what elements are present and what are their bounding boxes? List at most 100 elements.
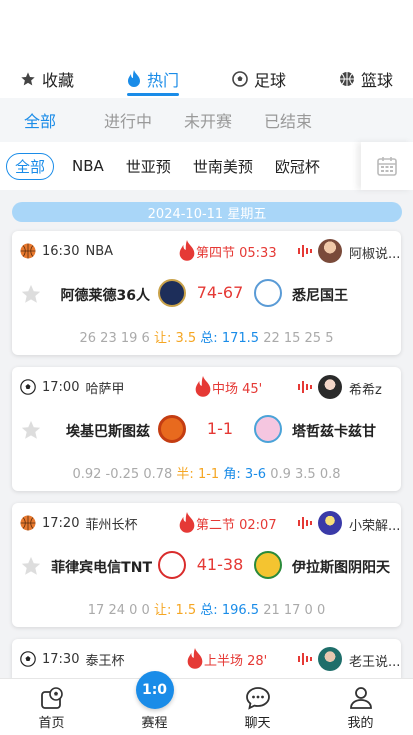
home-team-logo bbox=[158, 415, 186, 443]
match-card[interactable]: 17:30 泰王杯 上半场 28' 老王说... bbox=[12, 639, 401, 679]
match-card[interactable]: 17:20 菲州长杯 第二节 02:07 小荣解... 菲律宾电信TNT 41-… bbox=[12, 503, 401, 627]
tab-basketball[interactable]: 篮球 bbox=[339, 62, 393, 96]
match-header: 17:20 菲州长杯 第二节 02:07 小荣解... bbox=[20, 511, 399, 535]
home-ball-icon bbox=[40, 687, 63, 709]
match-league: NBA bbox=[85, 243, 114, 259]
away-team: 伊拉斯图阴阳天 bbox=[292, 560, 390, 576]
corner-label: 角: bbox=[223, 467, 241, 482]
avatar[interactable] bbox=[318, 647, 342, 671]
nav-chat[interactable]: 聊天 bbox=[206, 679, 309, 735]
handicap-label: 让: bbox=[153, 331, 172, 346]
match-header: 17:00 哈萨甲 中场 45' 希希z bbox=[20, 375, 393, 399]
profile-icon bbox=[349, 687, 372, 709]
total-value: 196.5 bbox=[221, 603, 260, 618]
total-value: 171.5 bbox=[221, 331, 260, 346]
favorite-star-icon[interactable] bbox=[20, 283, 42, 305]
away-team-logo bbox=[254, 279, 282, 307]
status-tab-all[interactable]: 全部 bbox=[24, 108, 104, 132]
handicap-value: 1.5 bbox=[175, 603, 197, 618]
match-odds: 17 24 0 0 让: 1.5 总: 196.5 21 17 0 0 bbox=[12, 599, 401, 618]
nav-profile[interactable]: 我的 bbox=[309, 679, 412, 735]
league-chip-ucl[interactable]: 欧冠杯 bbox=[275, 156, 320, 177]
soccer-ball-icon bbox=[20, 651, 36, 667]
status-tab-finished[interactable]: 已结束 bbox=[264, 108, 344, 132]
schedule-icon: 1:0 bbox=[135, 671, 174, 709]
anchor-name[interactable]: 阿椒说... bbox=[349, 243, 399, 262]
away-team-logo bbox=[254, 551, 282, 579]
odds-right: 21 17 0 0 bbox=[263, 603, 326, 618]
league-chip-nba[interactable]: NBA bbox=[72, 157, 104, 175]
tab-soccer[interactable]: 足球 bbox=[232, 62, 286, 96]
total-label: 总: bbox=[200, 331, 218, 346]
match-time: 17:00 bbox=[42, 379, 80, 395]
match-time: 16:30 bbox=[42, 243, 80, 259]
status-tab-upcoming[interactable]: 未开赛 bbox=[184, 108, 264, 132]
league-chip-wc-southamerica[interactable]: 世南美预 bbox=[193, 156, 253, 177]
match-score: 41-38 bbox=[196, 555, 244, 574]
half-value: 1-1 bbox=[197, 467, 220, 482]
flame-icon bbox=[127, 70, 140, 87]
match-league: 哈萨甲 bbox=[85, 381, 125, 397]
live-signal-icon bbox=[298, 653, 312, 665]
total-label: 总: bbox=[200, 603, 218, 618]
favorite-star-icon[interactable] bbox=[20, 419, 42, 441]
match-header: 16:30 NBA 第四节 05:33 阿椒说... bbox=[20, 239, 399, 263]
odds-left: 17 24 0 0 bbox=[87, 603, 150, 618]
tab-hot[interactable]: 热门 bbox=[126, 62, 180, 96]
live-status: 第四节 05:33 bbox=[178, 240, 277, 262]
nav-label: 聊天 bbox=[244, 716, 271, 731]
corner-value: 3-6 bbox=[244, 467, 267, 482]
nav-home[interactable]: 首页 bbox=[0, 679, 103, 735]
away-team: 悉尼国王 bbox=[292, 288, 348, 304]
match-score: 1-1 bbox=[206, 419, 234, 438]
match-card[interactable]: 17:00 哈萨甲 中场 45' 希希z 埃基巴斯图兹 1-1 塔哲兹卡兹甘 0… bbox=[12, 367, 401, 491]
live-status-text: 第四节 05:33 bbox=[196, 245, 277, 261]
anchor-name[interactable]: 希希z bbox=[349, 379, 399, 398]
live-status-text: 中场 45' bbox=[212, 381, 263, 397]
avatar[interactable] bbox=[318, 375, 342, 399]
calendar-icon bbox=[377, 157, 397, 176]
away-team: 塔哲兹卡兹甘 bbox=[292, 424, 376, 440]
match-time: 17:20 bbox=[42, 515, 80, 531]
half-label: 半: bbox=[176, 467, 194, 482]
flame-icon bbox=[187, 648, 203, 669]
anchor-name[interactable]: 小荣解... bbox=[349, 515, 399, 534]
match-header: 17:30 泰王杯 上半场 28' 老王说... bbox=[20, 647, 399, 671]
live-signal-icon bbox=[298, 245, 312, 257]
handicap-label: 让: bbox=[153, 603, 172, 618]
odds-right: 22 15 25 5 bbox=[263, 331, 334, 346]
match-teams: 阿德莱德36人 74-67 悉尼国王 bbox=[12, 279, 401, 313]
league-filter-bar: 全部 NBA 世亚预 世南美预 欧冠杯 bbox=[0, 142, 413, 190]
status-tab-live[interactable]: 进行中 bbox=[104, 108, 184, 132]
league-chip-wc-asia[interactable]: 世亚预 bbox=[126, 156, 171, 177]
tab-favorites[interactable]: 收藏 bbox=[20, 62, 74, 96]
live-status-text: 上半场 28' bbox=[204, 653, 268, 669]
match-league: 泰王杯 bbox=[85, 653, 125, 669]
status-bar-area bbox=[0, 0, 413, 62]
match-card[interactable]: 16:30 NBA 第四节 05:33 阿椒说... 阿德莱德36人 74-67… bbox=[12, 231, 401, 355]
home-team: 菲律宾电信TNT bbox=[51, 560, 152, 576]
avatar[interactable] bbox=[318, 239, 342, 263]
status-filter-tabs: 全部 进行中 未开赛 已结束 bbox=[0, 98, 413, 142]
nav-schedule[interactable]: 1:0 赛程 bbox=[103, 671, 206, 735]
league-chip-all[interactable]: 全部 bbox=[6, 152, 55, 180]
match-odds: 0.92 -0.25 0.78 半: 1-1 角: 3-6 0.9 3.5 0.… bbox=[12, 463, 401, 482]
home-team-logo bbox=[158, 279, 186, 307]
calendar-button[interactable] bbox=[361, 142, 413, 190]
avatar[interactable] bbox=[318, 511, 342, 535]
match-teams: 埃基巴斯图兹 1-1 塔哲兹卡兹甘 bbox=[12, 415, 401, 449]
anchor-name[interactable]: 老王说... bbox=[349, 651, 399, 670]
tab-label: 热门 bbox=[146, 71, 179, 90]
odds-left: 26 23 19 6 bbox=[79, 331, 150, 346]
chat-icon bbox=[245, 687, 270, 710]
away-team-logo bbox=[254, 415, 282, 443]
home-team-logo bbox=[158, 551, 186, 579]
live-signal-icon bbox=[298, 381, 312, 393]
odds-left: 0.92 -0.25 0.78 bbox=[72, 467, 173, 482]
tab-label: 篮球 bbox=[360, 71, 393, 90]
category-tabs: 收藏 热门 足球 篮球 bbox=[0, 62, 413, 98]
live-status-text: 第二节 02:07 bbox=[196, 517, 277, 533]
basketball-icon bbox=[20, 243, 36, 259]
favorite-star-icon[interactable] bbox=[20, 555, 42, 577]
flame-icon bbox=[179, 512, 195, 533]
